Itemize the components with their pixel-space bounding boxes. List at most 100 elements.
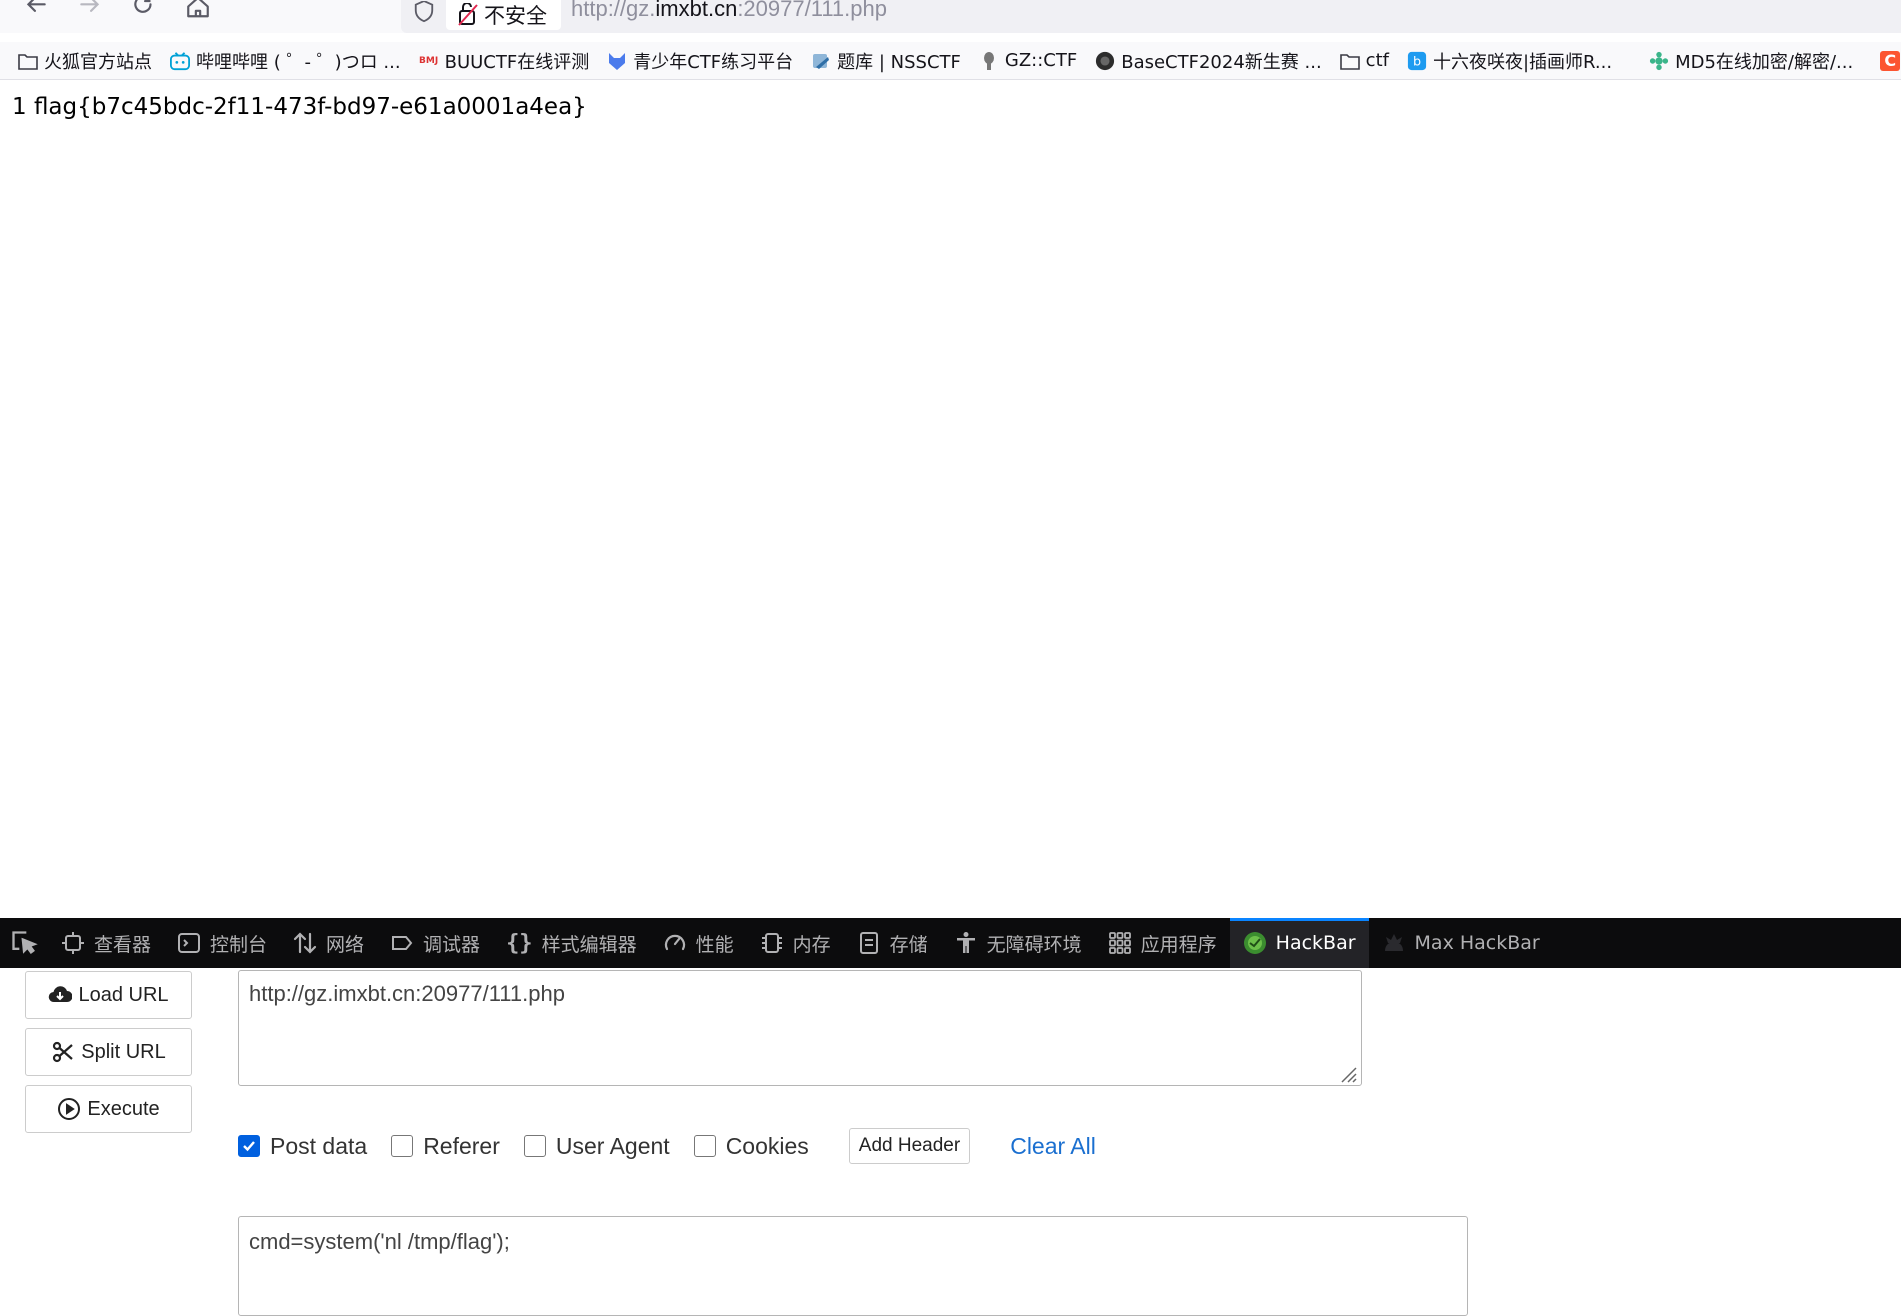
tab-label: 内存 xyxy=(792,933,831,956)
post-data-label: Post data xyxy=(270,1132,368,1159)
devtools-toolbar: 查看器 控制台 网络 调试器 {} 样式编辑器 性能 内存 存储 无障碍环境 应… xyxy=(0,918,1901,968)
url-text[interactable]: http://gz.imxbt.cn:20977/111.php xyxy=(571,0,887,24)
tab-memory[interactable]: 内存 xyxy=(747,918,844,968)
insecure-lock-icon xyxy=(458,3,478,26)
bilibili-icon xyxy=(170,51,190,71)
gzctf-icon xyxy=(979,51,999,71)
home-icon xyxy=(187,0,209,18)
tab-label: 无障碍环境 xyxy=(986,933,1082,956)
referer-checkbox[interactable] xyxy=(391,1135,414,1157)
element-picker-icon xyxy=(12,931,38,954)
bookmark-label: BUUCTF在线评测 xyxy=(444,51,590,73)
tab-label: HackBar xyxy=(1275,932,1356,954)
tracking-protection-shield-icon[interactable] xyxy=(410,0,438,24)
referer-option[interactable]: Referer xyxy=(391,1133,500,1160)
bookmark-ctf-folder[interactable]: ctf xyxy=(1331,46,1398,76)
bookmark-label: GZ::CTF xyxy=(1004,50,1078,71)
application-icon xyxy=(1108,932,1131,954)
basectf-icon xyxy=(1095,51,1115,71)
storage-icon xyxy=(859,932,878,954)
tab-label: 应用程序 xyxy=(1140,933,1217,956)
page-output-text: 1 flag{b7c45bdc-2f11-473f-bd97-e61a0001a… xyxy=(12,94,587,120)
execute-button[interactable]: Execute xyxy=(25,1085,192,1133)
post-data-input[interactable]: cmd=system('nl /tmp/flag'); xyxy=(238,1216,1468,1316)
folder-icon xyxy=(1339,51,1360,71)
style-editor-icon: {} xyxy=(506,930,533,956)
bookmark-label: 哔哩哔哩 ( ゜- ゜)つロ ... xyxy=(196,51,401,73)
bookmark-overflow[interactable]: C xyxy=(1862,46,1901,76)
connection-insecure-indicator[interactable]: 不安全 xyxy=(446,0,561,30)
user-agent-option[interactable]: User Agent xyxy=(523,1132,670,1160)
bookmark-firefox-official[interactable]: 火狐官方站点 xyxy=(0,46,161,76)
bookmark-nssctf[interactable]: 题库 | NSSCTF xyxy=(802,46,970,76)
network-icon xyxy=(293,932,317,954)
split-url-button[interactable]: Split URL xyxy=(25,1028,192,1076)
tab-style-editor[interactable]: {} 样式编辑器 xyxy=(493,918,650,968)
element-picker-button[interactable] xyxy=(0,918,48,968)
tab-max-hackbar[interactable]: Max HackBar xyxy=(1369,918,1553,968)
bookmark-label: 火狐官方站点 xyxy=(44,51,152,73)
cookies-option[interactable]: Cookies xyxy=(693,1133,809,1160)
nssctf-icon xyxy=(811,51,831,71)
performance-icon xyxy=(664,934,685,951)
tab-label: 查看器 xyxy=(94,933,152,956)
tab-console[interactable]: 控制台 xyxy=(164,918,280,968)
bookmark-basectf[interactable]: BaseCTF2024新生赛 ... xyxy=(1086,46,1330,76)
tab-network[interactable]: 网络 xyxy=(280,918,377,968)
reload-button[interactable] xyxy=(124,0,164,26)
svg-text:b: b xyxy=(1413,53,1421,68)
insecure-label: 不安全 xyxy=(484,4,547,28)
user-agent-label: User Agent xyxy=(555,1132,670,1159)
tab-label: 调试器 xyxy=(423,933,481,956)
bookmark-label: BaseCTF2024新生赛 ... xyxy=(1121,51,1322,73)
scissors-icon xyxy=(53,1041,73,1063)
hackbar-icon xyxy=(1243,932,1266,954)
url-input[interactable]: http://gz.imxbt.cn:20977/111.php xyxy=(238,970,1362,1086)
tab-accessibility[interactable]: 无障碍环境 xyxy=(941,918,1095,968)
bookmark-sakuya[interactable]: b 十六夜咲夜|插画师R... xyxy=(1398,46,1621,76)
back-button[interactable] xyxy=(16,0,56,26)
tab-label: 性能 xyxy=(695,933,734,956)
clear-all-link[interactable]: Clear All xyxy=(1010,1133,1096,1160)
memory-icon xyxy=(761,933,782,953)
bookmark-bilibili[interactable]: 哔哩哔哩 ( ゜- ゜)つロ ... xyxy=(161,46,410,76)
tab-label: 样式编辑器 xyxy=(541,933,637,956)
cloud-download-icon xyxy=(49,986,73,1003)
bookmark-label: MD5在线加密/解密/... xyxy=(1675,51,1854,73)
add-header-button[interactable]: Add Header xyxy=(848,1128,971,1164)
bookmark-label: 十六夜咲夜|插画师R... xyxy=(1432,51,1613,73)
tab-application[interactable]: 应用程序 xyxy=(1095,918,1230,968)
tab-label: 网络 xyxy=(326,933,365,956)
bookmark-md5[interactable]: MD5在线加密/解密/... xyxy=(1621,46,1862,76)
bookmark-qsnctf[interactable]: 青少年CTF练习平台 xyxy=(598,46,802,76)
forward-arrow-icon xyxy=(80,0,100,12)
load-url-button[interactable]: Load URL xyxy=(25,971,192,1019)
bookmark-buuctf[interactable]: BMJ BUUCTF在线评测 xyxy=(410,46,599,76)
post-data-option[interactable]: Post data xyxy=(238,1133,367,1160)
tab-label: 存储 xyxy=(889,933,928,956)
execute-label: Execute xyxy=(87,1097,160,1120)
tab-performance[interactable]: 性能 xyxy=(650,918,747,968)
user-agent-checkbox[interactable] xyxy=(523,1135,546,1157)
qsnctf-icon xyxy=(607,51,627,71)
tab-hackbar[interactable]: HackBar xyxy=(1229,918,1369,968)
back-arrow-icon xyxy=(26,0,46,12)
forward-button[interactable] xyxy=(70,0,110,26)
tab-inspector[interactable]: 查看器 xyxy=(48,918,164,968)
bookmark-gzctf[interactable]: GZ::CTF xyxy=(970,46,1086,76)
csdn-icon: C xyxy=(1880,50,1901,71)
post-data-checkbox[interactable] xyxy=(238,1135,260,1157)
tab-debugger[interactable]: 调试器 xyxy=(377,918,493,968)
url-prefix: http://gz. xyxy=(571,0,656,21)
play-circle-icon xyxy=(58,1098,81,1120)
load-url-label: Load URL xyxy=(78,983,169,1006)
bookmark-label: 题库 | NSSCTF xyxy=(837,51,961,73)
home-button[interactable] xyxy=(178,0,218,26)
max-hackbar-icon xyxy=(1384,934,1403,951)
hackbar-options-row: Post data Referer User Agent Cookies Add… xyxy=(238,1126,1096,1166)
tab-storage[interactable]: 存储 xyxy=(844,918,941,968)
tab-label: 控制台 xyxy=(210,933,268,956)
resize-grip-icon[interactable] xyxy=(1336,1062,1358,1084)
url-host: imxbt.cn xyxy=(655,0,738,21)
cookies-checkbox[interactable] xyxy=(693,1135,716,1157)
